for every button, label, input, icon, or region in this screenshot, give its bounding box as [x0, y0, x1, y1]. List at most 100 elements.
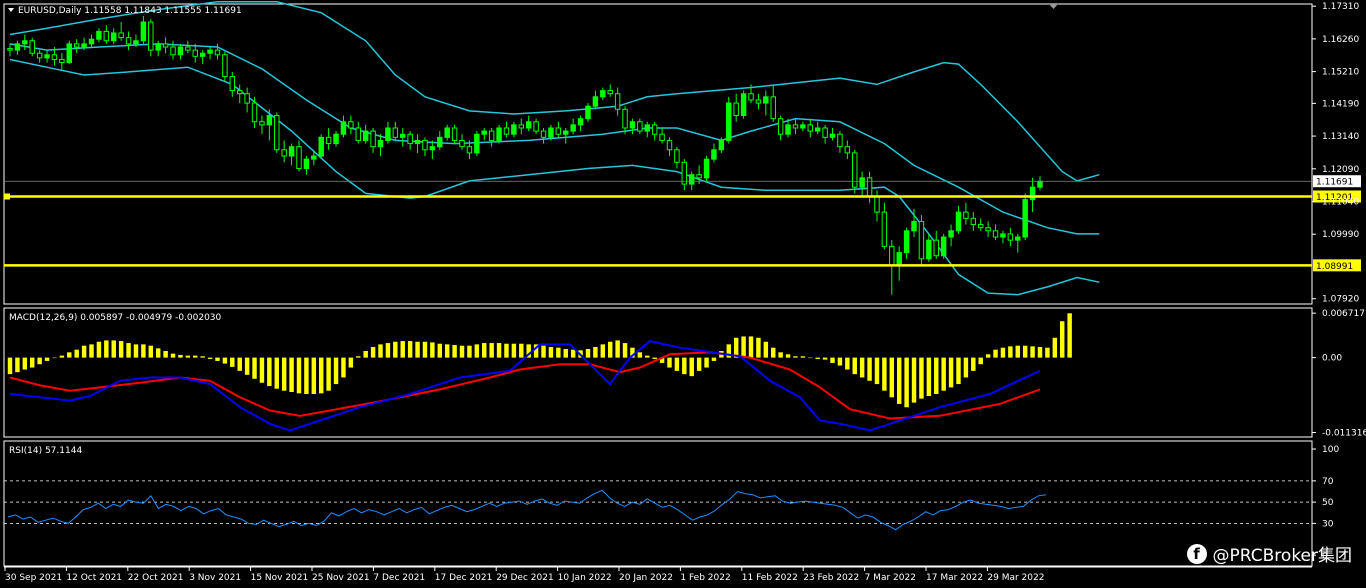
macd-histogram-bar: [141, 344, 146, 358]
candle-body: [377, 139, 384, 148]
candle-body: [948, 230, 954, 238]
macd-histogram-bar: [1015, 345, 1020, 358]
candle-body: [718, 139, 725, 151]
price-tick-label: 1.12090: [1322, 165, 1359, 175]
candle-body: [1022, 199, 1028, 238]
rsi-tick-label: 30: [1322, 519, 1334, 529]
watermark-text: @PRCBroker集团: [1212, 546, 1352, 566]
macd-histogram-bar: [896, 357, 902, 404]
bollinger-middle-line: [9, 43, 1100, 235]
candle-body: [385, 127, 391, 141]
macd-histogram-bar: [444, 344, 450, 358]
macd-histogram-bar: [400, 341, 405, 358]
level-anchor-handle: [4, 193, 10, 200]
macd-histogram-bar: [37, 357, 42, 365]
macd-histogram-bar: [370, 347, 376, 358]
macd-histogram-bar: [978, 357, 983, 365]
candle-body: [644, 124, 650, 132]
macd-histogram-bar: [911, 357, 917, 403]
candle-body: [614, 93, 621, 110]
macd-histogram-bar: [637, 352, 643, 358]
macd-histogram-bar: [830, 357, 835, 363]
date-tick-label: 23 Feb 2022: [803, 573, 859, 583]
macd-histogram-bar: [311, 357, 317, 394]
price-tick-label: 1.09990: [1322, 230, 1359, 240]
candle-body: [362, 130, 369, 141]
candle-body: [666, 139, 673, 151]
macd-histogram-bar: [941, 357, 946, 391]
macd-histogram-bar: [163, 351, 168, 358]
macd-histogram-bar: [667, 357, 672, 368]
macd-histogram-bar: [356, 356, 361, 358]
macd-histogram-bar: [674, 357, 680, 371]
candle-body: [51, 54, 58, 60]
candle-body: [585, 105, 591, 120]
candle-body: [933, 239, 939, 257]
candle-body: [822, 127, 828, 138]
candle-body: [770, 96, 776, 120]
candle-body: [918, 220, 925, 260]
macd-histogram-bar: [889, 357, 895, 398]
date-tick-label: 10 Jan 2022: [558, 573, 612, 583]
candle-body: [170, 46, 176, 56]
macd-histogram-bar: [333, 357, 339, 385]
candle-body: [1029, 186, 1036, 201]
candle-body: [696, 174, 702, 179]
candle-body: [229, 76, 236, 92]
candle-body: [503, 127, 510, 135]
candle-body: [792, 124, 799, 129]
candle-body: [103, 30, 110, 42]
level-label-1: 1.08991: [1316, 262, 1353, 272]
candle-body: [88, 38, 95, 45]
bollinger-lower-line: [9, 58, 1100, 296]
macd-histogram-bar: [711, 357, 717, 361]
macd-histogram-bar: [763, 341, 769, 358]
date-tick-label: 12 Oct 2021: [66, 573, 122, 583]
macd-histogram-bar: [415, 341, 420, 358]
rsi-tick-label: 50: [1322, 498, 1334, 508]
macd-histogram-bar: [837, 357, 843, 366]
macd-histogram-bar: [689, 357, 694, 377]
candle-body: [133, 40, 139, 45]
candle-body: [303, 158, 310, 169]
candle-body: [96, 30, 102, 40]
macd-histogram-bar: [148, 345, 154, 358]
candle-body: [14, 43, 21, 51]
macd-histogram-bar: [859, 357, 865, 378]
macd-histogram-bar: [437, 343, 443, 358]
candle-body: [325, 136, 332, 145]
candle-body: [600, 90, 606, 98]
macd-histogram-bar: [600, 344, 606, 358]
macd-histogram-bar: [304, 357, 309, 394]
macd-histogram-bar: [67, 352, 72, 358]
candle-body: [222, 54, 228, 78]
macd-histogram-bar: [319, 357, 324, 394]
macd-histogram-bar: [22, 357, 28, 370]
macd-histogram-bar: [489, 343, 494, 358]
chart-canvas[interactable]: 1.112011.089911.116911.173101.162601.152…: [0, 0, 1366, 588]
macd-histogram-bar: [822, 357, 828, 360]
macd-histogram-bar: [111, 340, 116, 358]
candle-body: [451, 127, 458, 141]
candle-body: [525, 121, 532, 129]
candle-body: [333, 133, 339, 145]
candle-body: [889, 245, 895, 266]
candle-body: [296, 146, 302, 169]
macd-histogram-bar: [281, 357, 287, 391]
macd-histogram-bar: [563, 349, 568, 358]
macd-histogram-bar: [193, 355, 198, 358]
candle-body: [244, 93, 250, 104]
date-tick-label: 29 Mar 2022: [987, 573, 1044, 583]
macd-histogram-bar: [778, 352, 783, 358]
candle-body: [162, 43, 169, 48]
candle-body: [592, 96, 599, 107]
macd-histogram-bar: [467, 345, 472, 358]
candle-body: [340, 121, 347, 135]
candle-body: [311, 155, 317, 160]
price-tick-label: 1.14190: [1322, 99, 1359, 109]
candle-body: [111, 32, 117, 42]
candle-body: [926, 239, 932, 260]
candle-body: [29, 40, 35, 54]
candle-body: [266, 115, 273, 126]
macd-histogram-bar: [556, 347, 561, 358]
